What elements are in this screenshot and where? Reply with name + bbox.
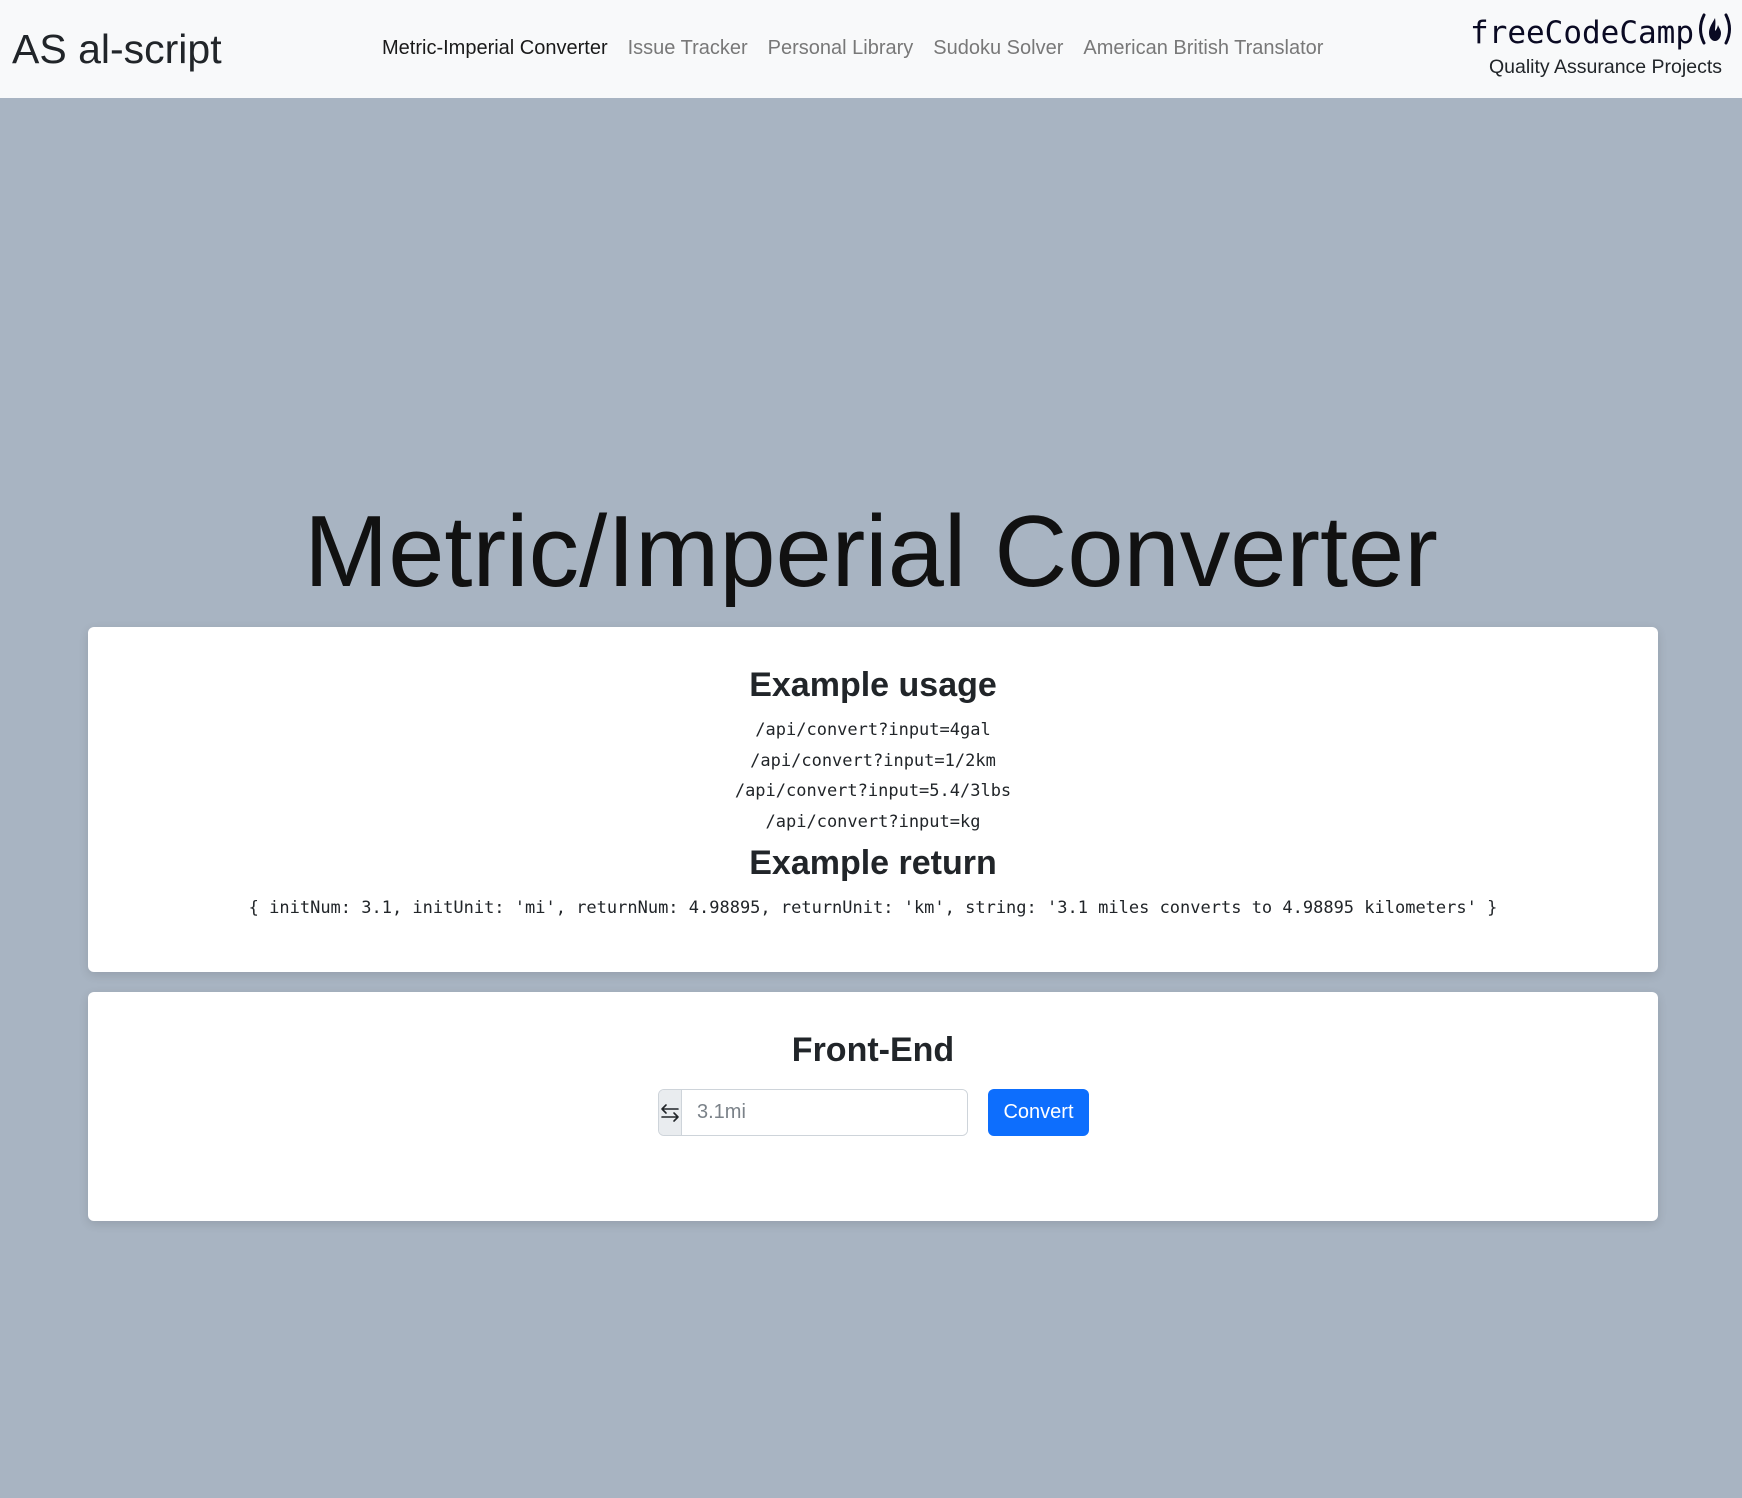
convert-button[interactable]: Convert: [988, 1089, 1089, 1136]
top-navbar: AS al-script Metric-Imperial Converter I…: [0, 0, 1742, 98]
nav-link-personal-library[interactable]: Personal Library: [758, 34, 924, 62]
fire-icon: [1696, 12, 1734, 54]
example-usage-card: Example usage /api/convert?input=4gal /a…: [88, 627, 1658, 972]
example-return-heading: Example return: [749, 844, 997, 882]
convert-form: Convert: [658, 1089, 1089, 1136]
example-usage-line: /api/convert?input=4gal: [755, 720, 991, 740]
example-usage-list: /api/convert?input=4gal /api/convert?inp…: [88, 715, 1658, 837]
example-return-code: { initNum: 3.1, initUnit: 'mi', returnNu…: [248, 898, 1498, 918]
nav-link-american-british-translator[interactable]: American British Translator: [1073, 34, 1333, 62]
example-usage-heading: Example usage: [749, 666, 997, 704]
page-title: Metric/Imperial Converter: [304, 496, 1438, 608]
example-usage-line: /api/convert?input=1/2km: [750, 750, 996, 771]
freecodecamp-subtitle: Quality Assurance Projects: [1488, 56, 1722, 78]
example-usage-line: /api/convert?input=kg: [765, 811, 981, 832]
nav-link-sudoku-solver[interactable]: Sudoku Solver: [923, 34, 1073, 62]
front-end-card: Front-End Convert: [88, 992, 1658, 1221]
freecodecamp-branding[interactable]: freeCodeCamp Quality Assurance Projects: [1454, 12, 1734, 80]
freecodecamp-logo: freeCodeCamp: [1454, 12, 1734, 54]
freecodecamp-logo-text: freeCodeCamp: [1470, 15, 1694, 51]
convert-input-group: [658, 1089, 968, 1136]
nav-links: Metric-Imperial Converter Issue Tracker …: [372, 34, 1333, 62]
front-end-heading: Front-End: [791, 1031, 955, 1069]
example-usage-line: /api/convert?input=5.4/3lbs: [734, 781, 1012, 801]
swap-arrows-icon: [659, 1090, 682, 1135]
convert-input[interactable]: [682, 1090, 967, 1135]
nav-link-issue-tracker[interactable]: Issue Tracker: [618, 34, 758, 62]
brand-logo[interactable]: AS al-script: [12, 24, 222, 74]
nav-link-metric-imperial-converter[interactable]: Metric-Imperial Converter: [372, 34, 618, 62]
